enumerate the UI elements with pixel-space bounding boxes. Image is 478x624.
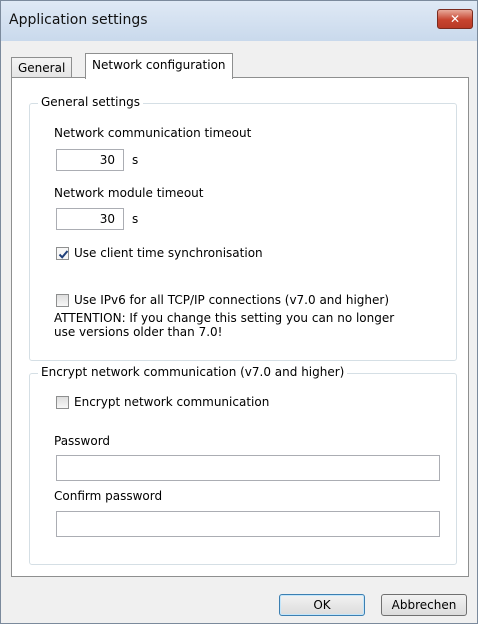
comm-timeout-label: Network communication timeout <box>54 126 252 140</box>
encrypt-group: Encrypt network communication (v7.0 and … <box>29 365 457 565</box>
password-label: Password <box>54 434 111 448</box>
window-title: Application settings <box>9 12 148 28</box>
cancel-button[interactable]: Abbrechen <box>381 594 467 616</box>
module-timeout-input[interactable]: 30 <box>56 208 124 230</box>
ipv6-label[interactable]: Use IPv6 for all TCP/IP connections (v7.… <box>74 293 389 307</box>
comm-timeout-unit: s <box>132 153 139 167</box>
general-settings-legend: General settings <box>38 95 143 109</box>
confirm-password-field[interactable] <box>56 511 440 537</box>
close-button[interactable]: ✕ <box>437 9 473 29</box>
password-field[interactable] <box>56 455 440 481</box>
encrypt-legend: Encrypt network communication (v7.0 and … <box>38 365 348 379</box>
module-timeout-label: Network module timeout <box>54 186 204 200</box>
time-sync-checkbox[interactable] <box>56 247 69 260</box>
settings-dialog: Application settings ✕ General Network c… <box>0 0 478 624</box>
time-sync-label[interactable]: Use client time synchronisation <box>74 246 263 260</box>
ok-button[interactable]: OK <box>279 594 365 616</box>
confirm-password-label: Confirm password <box>54 489 163 503</box>
tab-network-configuration[interactable]: Network configuration <box>85 53 233 79</box>
comm-timeout-input[interactable]: 30 <box>56 149 124 171</box>
checkmark-icon <box>58 250 69 259</box>
tab-general[interactable]: General <box>11 57 73 78</box>
dialog-client: General Network configuration General se… <box>1 41 477 623</box>
general-settings-group: General settings Network communication t… <box>29 95 457 361</box>
attention-line-1: ATTENTION: If you change this setting yo… <box>54 311 395 325</box>
close-icon: ✕ <box>449 12 461 26</box>
encrypt-label[interactable]: Encrypt network communication <box>74 395 269 409</box>
module-timeout-unit: s <box>132 212 139 226</box>
encrypt-checkbox[interactable] <box>56 396 69 409</box>
ipv6-checkbox[interactable] <box>56 294 69 307</box>
title-bar[interactable]: Application settings ✕ <box>1 1 477 41</box>
attention-line-2: use versions older than 7.0! <box>54 325 223 339</box>
